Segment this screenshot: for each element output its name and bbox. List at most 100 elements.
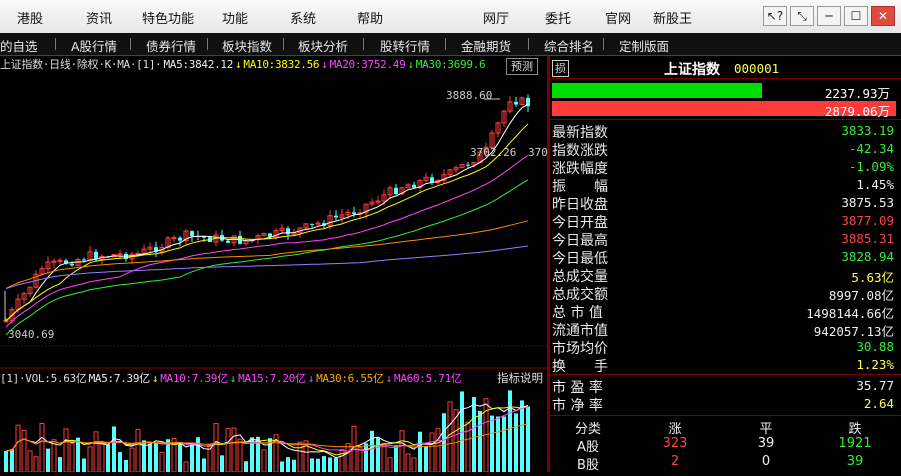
stat-row: 总成交额 8997.08亿	[552, 284, 898, 303]
restore-icon[interactable]: ⤡	[790, 6, 814, 26]
menu-item-help[interactable]: 帮助	[357, 8, 383, 27]
stat-value: 3828.94	[841, 249, 894, 264]
sell-volume-bar-row: 2879.06万	[552, 101, 896, 119]
menu-item-trade[interactable]: 委托	[545, 8, 571, 27]
stat-row: 昨日收盘 3875.53	[552, 194, 898, 213]
menu-item-functions[interactable]: 功能	[222, 8, 248, 27]
predict-button[interactable]: 预测	[506, 58, 538, 75]
stat-row: 换 手 1.23%	[552, 356, 898, 375]
menu-item-ipo-king[interactable]: 新股王	[653, 8, 692, 27]
sell-volume-value: 2879.06万	[824, 104, 890, 119]
buy-volume-value: 2237.93万	[824, 86, 890, 101]
stat-value: 1.23%	[856, 357, 894, 372]
volume-bar	[297, 441, 303, 473]
nav-a-shares[interactable]: A股行情	[71, 36, 117, 55]
kline-chart-area[interactable]	[0, 56, 547, 473]
volume-bar	[381, 443, 387, 473]
volume-bar	[202, 458, 206, 472]
volume-bar	[424, 446, 428, 472]
panel-separator	[550, 119, 901, 120]
volume-bar	[520, 400, 524, 472]
nav-custom-layout[interactable]: 定制版面	[619, 36, 669, 55]
indicator-explain-button[interactable]: 指标说明	[497, 370, 543, 386]
ma-header-prefix: 上证指数·日线·除权·K·MA·[1]·	[0, 58, 162, 71]
nav-separator	[207, 38, 208, 50]
volume-bar	[364, 443, 368, 472]
nav-sector-index[interactable]: 板块指数	[222, 36, 272, 55]
candle-body	[70, 263, 74, 266]
table-down-count: 39	[846, 454, 864, 469]
nav-separator	[130, 38, 131, 50]
volume-bar	[399, 430, 405, 473]
help-cursor-icon[interactable]: ↖?	[763, 6, 787, 26]
close-icon[interactable]: ✕	[871, 6, 895, 26]
candlestick-series	[3, 94, 530, 324]
stat-label: 总 市 值	[552, 305, 603, 321]
table-flat-count: 39	[757, 436, 775, 451]
volume-bar	[334, 457, 338, 472]
volume-bar	[220, 455, 224, 472]
menu-item-hk[interactable]: 港股	[17, 8, 43, 27]
nav-composite-ranking[interactable]: 综合排名	[544, 36, 594, 55]
candle-body	[286, 228, 290, 235]
ma30-value: MA30:3699.6	[415, 58, 486, 71]
stat-value: 1.45%	[856, 177, 894, 192]
volume-bar	[231, 427, 237, 473]
ma10-value: MA10:3832.56	[243, 58, 320, 71]
stat-row: 今日开盘 3877.09	[552, 212, 898, 231]
volume-bar	[15, 424, 21, 473]
volume-bar	[376, 437, 380, 472]
volume-bar	[405, 453, 411, 473]
stat-value: -1.09%	[848, 159, 894, 174]
menu-item-features[interactable]: 特色功能	[142, 8, 194, 27]
nav-my-watchlist[interactable]: 的自选	[0, 36, 38, 55]
candle-body	[514, 101, 518, 105]
stat-value: 3833.19	[841, 123, 894, 138]
volume-bar	[106, 444, 110, 472]
maximize-icon[interactable]: ☐	[844, 6, 868, 26]
volume-indicator-header[interactable]: [1]·VOL:5.63亿 MA5:7.39亿 ↓ MA10:7.39亿 ↓ MA15:7…	[0, 370, 464, 386]
menu-item-system[interactable]: 系统	[290, 8, 316, 27]
nav-separator	[528, 38, 529, 50]
volume-bar	[21, 429, 27, 473]
stat-label: 总成交量	[552, 269, 608, 285]
panel-separator	[550, 374, 901, 375]
moving-average-lines	[5, 103, 529, 336]
volume-bar	[10, 449, 14, 472]
nav-share-transfer[interactable]: 股转行情	[380, 36, 430, 55]
nav-financial-futures[interactable]: 金融期货	[461, 36, 511, 55]
stat-label: 今日开盘	[552, 215, 608, 231]
vol-ma30-arrow: ↓	[307, 372, 315, 385]
vol-ma15-arrow: ↓	[229, 372, 237, 385]
candle-body	[57, 259, 63, 262]
volume-bar	[411, 457, 417, 473]
volume-bar	[87, 446, 93, 473]
candle-body	[394, 187, 398, 195]
volume-bar	[63, 428, 69, 473]
volume-bar	[328, 457, 332, 472]
valuation-row: 市 净 率 2.64	[552, 395, 898, 414]
menu-item-news[interactable]: 资讯	[86, 8, 112, 27]
volume-bar	[286, 457, 290, 472]
market-nav-bar: 的自选 A股行情 债券行情 板块指数 板块分析 股转行情 金融期货 综合排名 定…	[0, 33, 901, 56]
menu-item-online-hall[interactable]: 网厅	[483, 8, 509, 27]
stat-row: 总成交量 5.63亿	[552, 266, 898, 285]
kline-chart[interactable]	[0, 56, 547, 473]
nav-bonds[interactable]: 债券行情	[146, 36, 196, 55]
volume-bar	[292, 459, 296, 472]
volume-bar	[478, 410, 482, 472]
volume-bar	[429, 432, 435, 473]
nav-sector-analysis[interactable]: 板块分析	[298, 36, 348, 55]
stat-label: 昨日收盘	[552, 197, 608, 213]
volume-bar	[33, 456, 39, 473]
ma-indicator-header[interactable]: 上证指数·日线·除权·K·MA·[1]· MA5:3842.12 ↓ MA10:383…	[0, 56, 487, 74]
menu-bar: 港股 资讯 特色功能 功能 系统 帮助 网厅 委托 官网 新股王 ↖? ⤡ ─ …	[0, 0, 901, 34]
minimize-icon[interactable]: ─	[817, 6, 841, 26]
volume-bar	[135, 428, 141, 473]
menu-item-official-site[interactable]: 官网	[605, 8, 631, 27]
vol-ma10-arrow: ↓	[151, 372, 159, 385]
volume-bar	[316, 458, 320, 472]
panel-tag-icon[interactable]: 损	[552, 60, 569, 77]
panel-header: 损 上证指数 000001	[550, 58, 901, 79]
stat-label: 流通市值	[552, 323, 608, 339]
